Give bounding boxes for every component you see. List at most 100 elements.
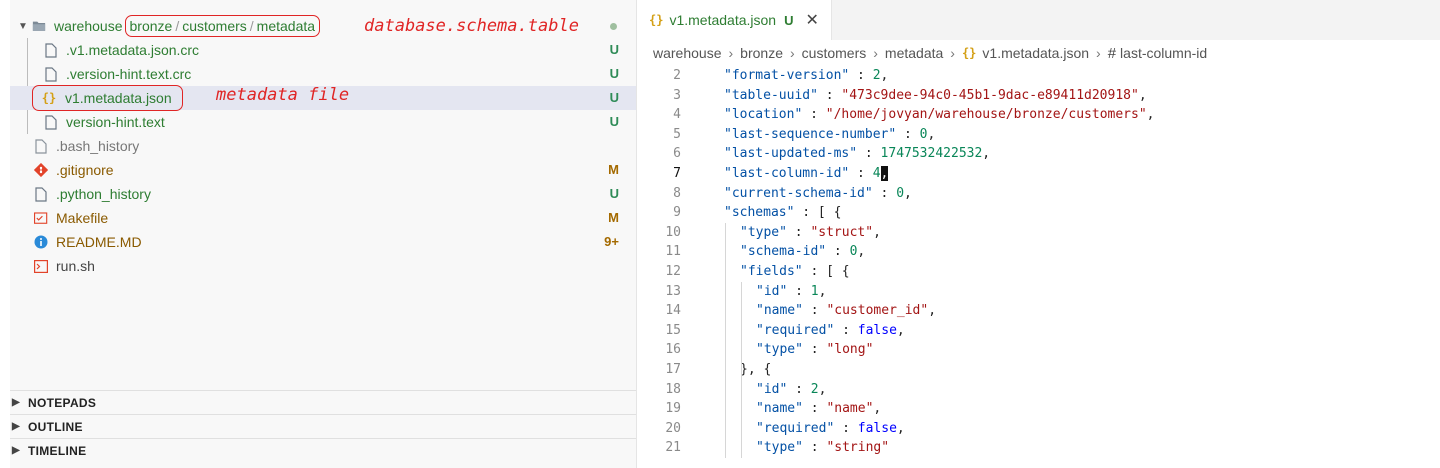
code-line[interactable]: 8 "current-schema-id" : 0, [637,184,1440,204]
chevron-right-icon: ▶ [12,397,20,408]
code-text: "table-uuid" : "473c9dee-94c0-45b1-9dac-… [724,87,1147,103]
file-row[interactable]: README.MD 9+ [10,230,636,254]
chevron-down-icon[interactable]: ▼ [18,21,28,32]
line-number: 6 [673,146,681,162]
hash-icon: # [1107,44,1117,62]
code-line[interactable]: 19 "name" : "name", [637,399,1440,419]
file-row[interactable]: Makefile M [10,206,636,230]
code-line[interactable]: 12 "fields" : [ { [637,262,1440,282]
collapsed-panels: ▶ NOTEPADS ▶ OUTLINE ▶ TIMELINE [10,390,636,462]
code-text: "type" : "long" [756,342,874,358]
git-status: U [609,90,619,105]
indent-guide [741,281,742,458]
tab-bar: {} v1.metadata.json U ✕ [637,0,1440,40]
panel-header-outline[interactable]: ▶ OUTLINE [10,414,636,438]
file-row[interactable]: .bash_history [10,134,636,158]
panel-header-timeline[interactable]: ▶ TIMELINE [10,438,636,462]
code-line[interactable]: 13 "id" : 1, [637,282,1440,302]
code-line[interactable]: 16 "type" : "long" [637,340,1440,360]
line-number: 14 [665,303,681,319]
file-row[interactable]: .v1.metadata.json.crc U [10,38,636,62]
code-text: "schemas" : [ { [724,205,842,221]
breadcrumb-item[interactable]: warehouse [653,45,722,61]
file-name: .gitignore [56,162,114,178]
code-line[interactable]: 6 "last-updated-ms" : 1747532422532, [637,144,1440,164]
chevron-right-icon: ▶ [12,445,20,456]
path-segment: customers [182,18,247,34]
tab-v1-metadata-json[interactable]: {} v1.metadata.json U ✕ [637,0,832,40]
editor-pane: {} v1.metadata.json U ✕ warehouse › bron… [636,0,1440,468]
selected-file-highlight: {} v1.metadata.json [32,85,183,111]
code-text: "schema-id" : 0, [740,244,866,260]
code-line[interactable]: 3 "table-uuid" : "473c9dee-94c0-45b1-9dac… [637,86,1440,106]
panel-header-notepads[interactable]: ▶ NOTEPADS [10,390,636,414]
line-number: 12 [665,263,681,279]
code-line[interactable]: 18 "id" : 2, [637,380,1440,400]
panel-title: TIMELINE [28,443,87,458]
path-separator: / [249,18,254,34]
code-line[interactable]: 9 "schemas" : [ { [637,203,1440,223]
code-line[interactable]: 20 "required" : false, [637,419,1440,439]
code-text: "last-updated-ms" : 1747532422532, [724,146,991,162]
line-number: 10 [665,224,681,240]
code-line[interactable]: 2 "format-version" : 2, [637,66,1440,86]
json-braces-icon: {} [961,46,977,60]
code-text: }, { [740,361,772,377]
breadcrumb-item[interactable]: customers [802,45,867,61]
close-icon[interactable]: ✕ [805,10,818,30]
file-row[interactable]: .python_history U [10,182,636,206]
file-icon [44,66,58,82]
line-number: 2 [673,68,681,83]
file-icon [44,42,58,58]
breadcrumb-item[interactable]: metadata [885,45,943,61]
line-number: 11 [665,244,681,260]
file-name: README.MD [56,234,142,250]
file-name: .v1.metadata.json.crc [66,42,200,58]
tab-git-status: U [784,12,794,28]
breadcrumb-item[interactable]: bronze [740,45,783,61]
chevron-right-icon: › [873,45,878,61]
file-row[interactable]: .gitignore M [10,158,636,182]
code-line[interactable]: 7 "last-column-id" : 4, [637,164,1440,184]
git-status: U [609,42,619,57]
explorer-sidebar: ▼ warehouse bronze / customers / metadat… [10,0,636,468]
file-name: Makefile [56,210,109,226]
code-text: "location" : "/home/jovyan/warehouse/bro… [724,107,1155,123]
code-line[interactable]: 5 "last-sequence-number" : 0, [637,125,1440,145]
breadcrumb-item[interactable]: last-column-id [1120,45,1207,61]
code-line[interactable]: 15 "required" : false, [637,321,1440,341]
file-row-selected[interactable]: {} v1.metadata.json metadata file U [10,85,636,111]
chevron-right-icon: › [1096,45,1101,61]
file-name: .version-hint.text.crc [66,66,192,82]
line-number: 15 [665,322,681,338]
git-status: U [609,114,619,129]
path-separator: / [175,18,180,34]
file-row[interactable]: version-hint.text U [10,110,636,134]
code-line[interactable]: 17 }, { [637,360,1440,380]
breadcrumb-item[interactable]: v1.metadata.json [982,45,1089,61]
file-name: run.sh [56,258,95,274]
json-braces-icon: {} [41,91,57,105]
line-number: 9 [673,205,681,221]
code-line[interactable]: 14 "name" : "customer_id", [637,301,1440,321]
folder-row-warehouse[interactable]: ▼ warehouse bronze / customers / metadat… [10,14,636,38]
path-segment: metadata [256,18,316,34]
chevron-right-icon: › [950,45,955,61]
file-name: v1.metadata.json [65,90,172,106]
code-text: "current-schema-id" : 0, [724,185,912,201]
file-row[interactable]: .version-hint.text.crc U [10,62,636,86]
git-status: U [609,186,619,201]
git-status: M [608,162,619,177]
code-line[interactable]: 10 "type" : "struct", [637,223,1440,243]
code-line[interactable]: 21 "type" : "string" [637,438,1440,458]
code-line[interactable]: 4 "location" : "/home/jovyan/warehouse/br… [637,105,1440,125]
code-text: "required" : false, [756,420,905,436]
code-text: "format-version" : 2, [724,68,889,83]
line-number: 13 [665,283,681,299]
code-text: "last-sequence-number" : 0, [724,126,936,142]
line-number: 17 [665,361,681,377]
code-line[interactable]: 11 "schema-id" : 0, [637,242,1440,262]
code-editor[interactable]: 2 "format-version" : 2, 3 "table-uuid" : "4… [637,66,1440,458]
line-number: 7 [673,165,681,181]
file-row[interactable]: run.sh [10,254,636,278]
